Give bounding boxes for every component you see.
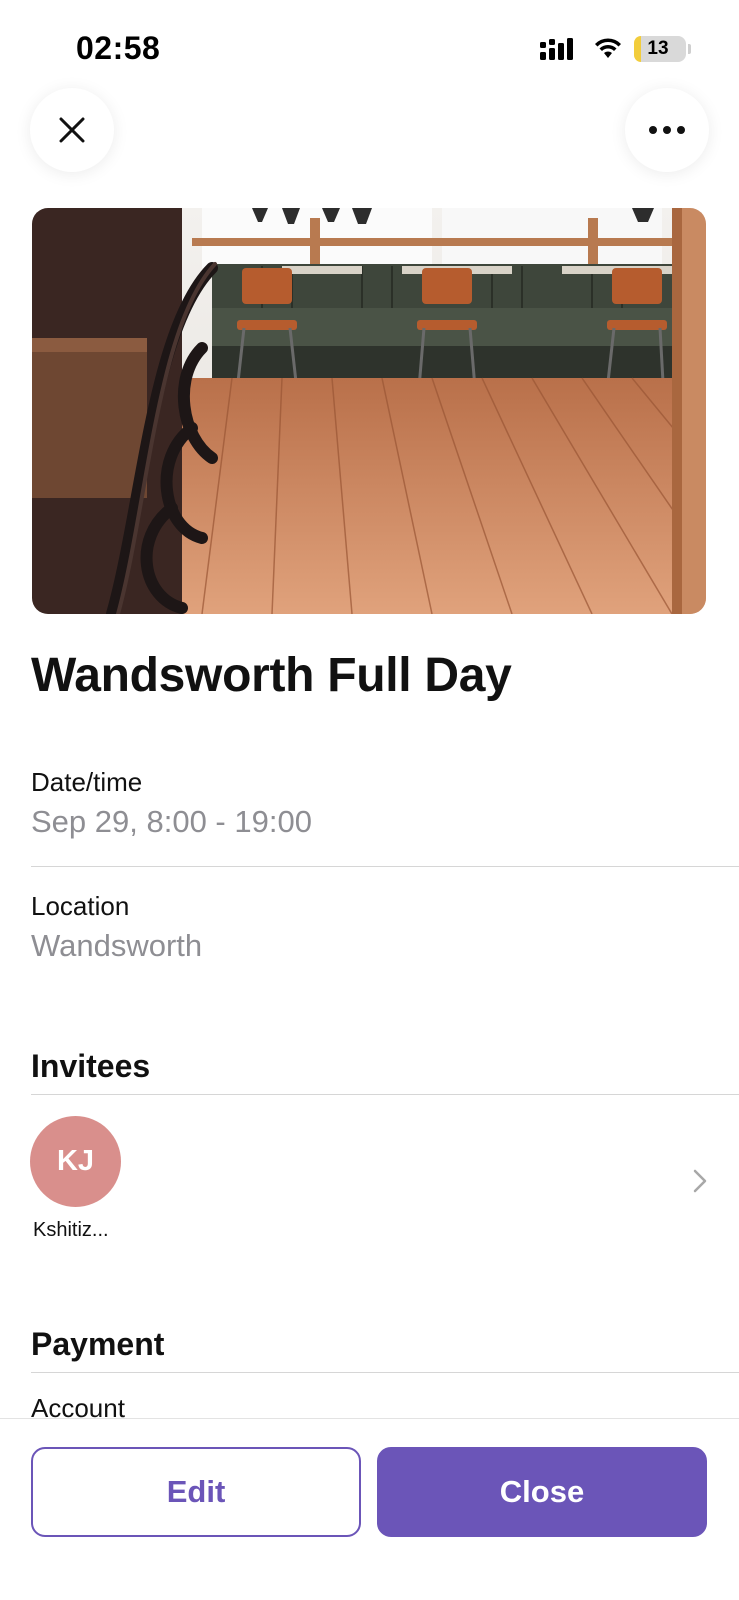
- close-button[interactable]: Close: [377, 1447, 707, 1537]
- divider: [31, 1372, 739, 1373]
- datetime-label: Date/time: [31, 767, 143, 797]
- close-modal-button[interactable]: [30, 88, 114, 172]
- payment-section-title: Payment: [31, 1326, 165, 1362]
- account-label: Account: [31, 1393, 125, 1419]
- invitee-item[interactable]: KJ Kshitiz...: [30, 1116, 130, 1242]
- battery-level: 13: [647, 38, 669, 59]
- avatar: KJ: [30, 1116, 121, 1207]
- action-bar: Edit Close: [0, 1418, 739, 1600]
- status-time: 02:58: [76, 30, 161, 66]
- battery-nub: [688, 44, 691, 54]
- location-label: Location: [31, 891, 130, 921]
- invitees-section-title: Invitees: [31, 1048, 151, 1084]
- more-options-icon: [649, 126, 685, 134]
- event-title: Wandsworth Full Day: [31, 649, 512, 702]
- venue-photo: [32, 208, 706, 614]
- datetime-value: Sep 29, 8:00 - 19:00: [31, 804, 312, 839]
- location-value: Wandsworth: [31, 928, 203, 963]
- invitee-name: Kshitiz...: [33, 1219, 109, 1241]
- divider: [31, 1094, 739, 1095]
- battery-icon: 13: [634, 36, 686, 62]
- cellular-signal-icon: [540, 38, 573, 60]
- close-icon: [59, 117, 85, 143]
- chevron-right-icon[interactable]: [692, 1168, 708, 1194]
- divider: [31, 866, 739, 867]
- more-options-button[interactable]: [625, 88, 709, 172]
- cafe-interior-photo: [32, 208, 706, 614]
- event-detail-screen: 02:58 13 Wandsworth Full Day Date/time S…: [0, 0, 739, 1600]
- edit-button[interactable]: Edit: [31, 1447, 361, 1537]
- wifi-icon: [595, 38, 621, 58]
